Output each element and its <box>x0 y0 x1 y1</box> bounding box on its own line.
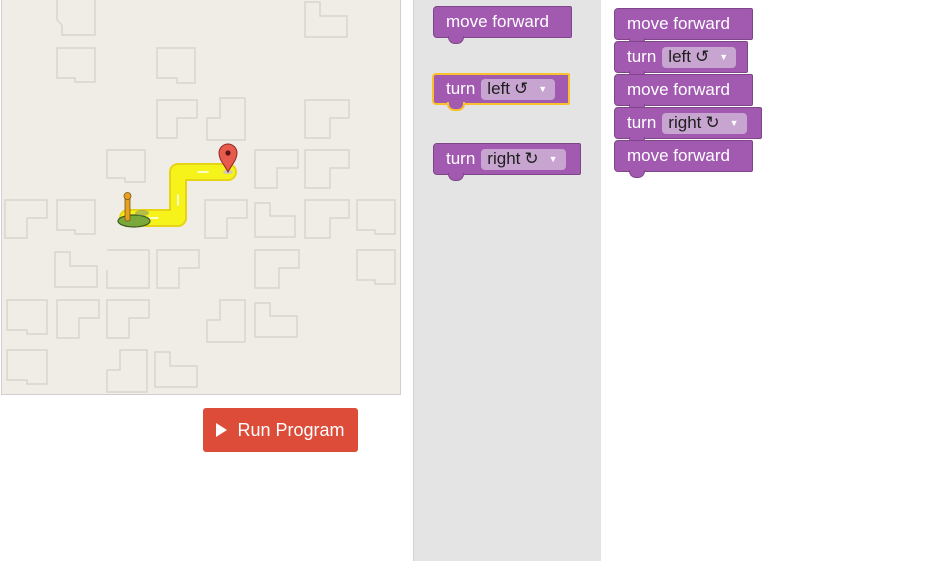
toolbox-move-forward-block[interactable]: move forward <box>433 6 572 44</box>
workspace-turn-left-block[interactable]: turn left ↺ ▼ <box>614 41 748 79</box>
run-program-label: Run Program <box>237 419 345 440</box>
direction-dropdown[interactable]: left ↺ ▼ <box>481 78 556 100</box>
chevron-down-icon: ▼ <box>719 52 729 62</box>
play-icon <box>216 423 228 437</box>
direction-value: left <box>668 47 691 66</box>
toolbox-turn-right-block[interactable]: turn right ↻ ▼ <box>433 143 581 181</box>
block-label: turn <box>446 149 476 168</box>
turn-right-icon: ↻ <box>705 113 720 132</box>
maze-background-tiles <box>4 0 396 393</box>
block-label: turn <box>627 47 657 66</box>
block-label: move forward <box>627 80 730 99</box>
workspace-turn-right-block[interactable]: turn right ↻ ▼ <box>614 107 762 145</box>
direction-value: left <box>487 79 510 98</box>
turn-left-icon: ↺ <box>513 79 529 98</box>
direction-dropdown[interactable]: right ↻ ▼ <box>662 112 747 134</box>
direction-dropdown[interactable]: right ↻ ▼ <box>481 148 566 170</box>
direction-value: right <box>487 149 521 168</box>
block-label: move forward <box>446 12 549 31</box>
direction-dropdown[interactable]: left ↺ ▼ <box>662 46 737 68</box>
workspace-move-forward-block[interactable]: move forward <box>614 140 753 178</box>
turn-left-icon: ↺ <box>694 47 710 66</box>
workspace-move-forward-block[interactable]: move forward <box>614 74 753 112</box>
run-program-button[interactable]: Run Program <box>203 408 358 452</box>
block-label: turn <box>446 79 476 98</box>
maze-canvas <box>1 0 401 395</box>
chevron-down-icon: ▼ <box>548 154 558 164</box>
direction-value: right <box>668 113 702 132</box>
block-label: turn <box>627 113 657 132</box>
turn-right-icon: ↻ <box>524 149 539 168</box>
toolbox-turn-left-block[interactable]: turn left ↺ ▼ <box>432 73 570 111</box>
chevron-down-icon: ▼ <box>729 118 739 128</box>
workspace-move-forward-block[interactable]: move forward <box>614 8 753 46</box>
maze-svg <box>4 0 396 393</box>
block-label: move forward <box>627 146 730 165</box>
chevron-down-icon: ▼ <box>538 84 548 94</box>
block-label: move forward <box>627 14 730 33</box>
